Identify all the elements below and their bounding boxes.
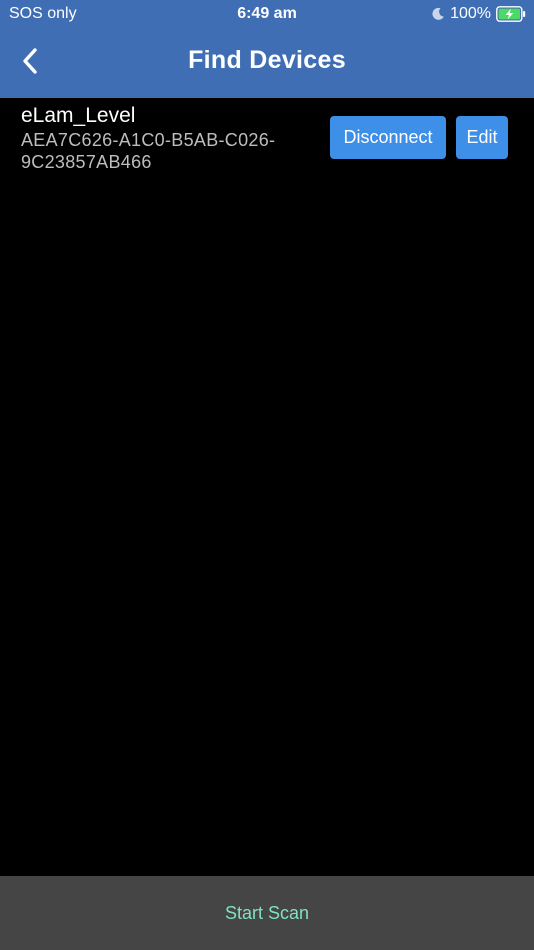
battery-charging-icon: [496, 6, 526, 22]
screen: SOS only 6:49 am 100% Find Devices eLam_…: [0, 0, 534, 950]
page-title: Find Devices: [188, 46, 346, 74]
edit-button[interactable]: Edit: [456, 116, 508, 159]
bottom-bar: Start Scan: [0, 876, 534, 950]
nav-bar: Find Devices: [0, 28, 534, 98]
battery-percent: 100%: [450, 5, 491, 22]
disconnect-button[interactable]: Disconnect: [330, 116, 446, 159]
status-right-group: 100%: [431, 4, 526, 24]
device-id: AEA7C626-A1C0-B5AB-C026-9C23857AB466: [21, 130, 276, 172]
device-name: eLam_Level: [21, 104, 136, 127]
device-list: eLam_Level AEA7C626-A1C0-B5AB-C026-9C238…: [0, 98, 534, 178]
moon-icon: [431, 7, 445, 21]
device-row: eLam_Level AEA7C626-A1C0-B5AB-C026-9C238…: [0, 98, 534, 178]
start-scan-button[interactable]: Start Scan: [205, 895, 329, 932]
status-bar: SOS only 6:49 am 100%: [0, 0, 534, 28]
